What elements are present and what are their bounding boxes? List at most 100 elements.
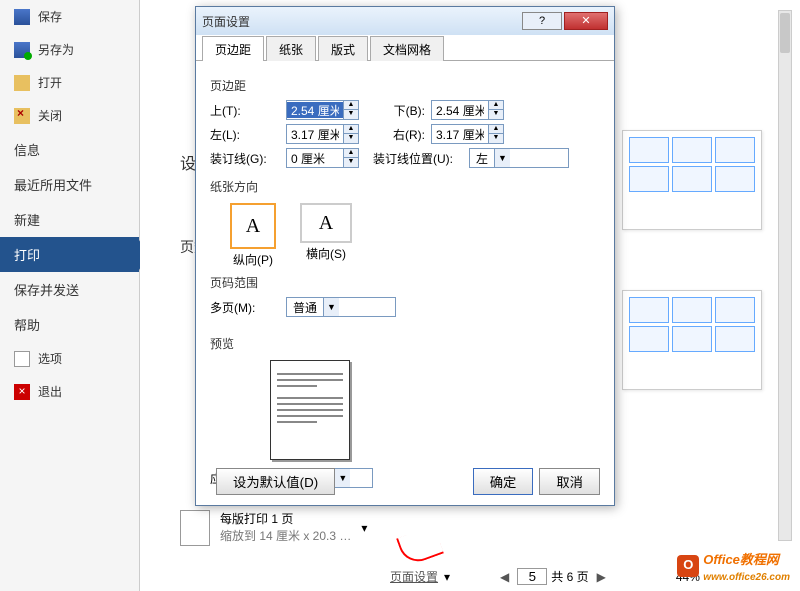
sheet-icon <box>180 510 210 546</box>
dialog-title: 页面设置 <box>202 13 520 30</box>
preview-section-title: 预览 <box>210 335 600 352</box>
sidebar-label: 最近所用文件 <box>14 175 92 194</box>
dialog-body: 页边距 上(T): ▲▼ 下(B): ▲▼ 左(L): ▲▼ 右(R): ▲▼ … <box>196 61 614 498</box>
sidebar-label: 信息 <box>14 140 40 159</box>
sidebar-label: 新建 <box>14 210 40 229</box>
dropdown-arrow-icon[interactable]: ▼ <box>494 149 510 167</box>
page-setup-link[interactable]: 页面设置 <box>390 568 438 585</box>
sidebar-open[interactable]: 打开 <box>0 66 139 99</box>
tab-layout[interactable]: 版式 <box>318 36 368 61</box>
preview-thumbnail <box>270 360 350 460</box>
watermark-url: www.office26.com <box>703 572 790 583</box>
orientation-section-title: 纸张方向 <box>210 178 600 195</box>
spin-down-icon[interactable]: ▼ <box>344 110 358 119</box>
sidebar-label: 保存 <box>38 8 62 25</box>
close-icon <box>14 108 30 124</box>
scroll-thumb[interactable] <box>780 13 790 53</box>
options-icon <box>14 351 30 367</box>
top-margin-label: 上(T): <box>210 102 280 119</box>
sidebar-label: 帮助 <box>14 315 40 334</box>
tab-paper[interactable]: 纸张 <box>266 36 316 61</box>
spin-down-icon[interactable]: ▼ <box>489 110 503 119</box>
sidebar-print[interactable]: 打印 <box>0 237 139 272</box>
sidebar-info[interactable]: 信息 <box>0 132 139 167</box>
sidebar-label: 关闭 <box>38 107 62 124</box>
margins-section-title: 页边距 <box>210 77 600 94</box>
right-margin-label: 右(R): <box>385 126 425 143</box>
watermark-brand: Office教程网 <box>703 552 779 567</box>
sidebar-new[interactable]: 新建 <box>0 202 139 237</box>
prev-page-button[interactable]: ◀ <box>496 570 513 584</box>
total-pages: 共 6 页 <box>551 568 588 585</box>
per-page-title: 每版打印 1 页 <box>220 511 351 528</box>
bottom-margin-input[interactable]: ▲▼ <box>431 100 504 120</box>
preview-page <box>622 290 762 390</box>
sidebar-label: 打印 <box>14 245 40 264</box>
dialog-footer: 设为默认值(D) 确定 取消 <box>210 468 600 495</box>
gutter-pos-label: 装订线位置(U): <box>373 150 463 167</box>
spin-down-icon[interactable]: ▼ <box>344 134 358 143</box>
sidebar-save[interactable]: 保存 <box>0 0 139 33</box>
close-button[interactable]: ✕ <box>564 12 608 30</box>
set-default-button[interactable]: 设为默认值(D) <box>216 468 335 495</box>
sidebar-label: 选项 <box>38 350 62 367</box>
pagerange-section-title: 页码范围 <box>210 274 600 291</box>
watermark: O Office教程网 www.office26.com <box>677 549 790 583</box>
per-page-sub: 缩放到 14 厘米 x 20.3 … <box>220 528 351 545</box>
sidebar-label: 另存为 <box>38 41 74 58</box>
spin-up-icon[interactable]: ▲ <box>344 125 358 134</box>
dropdown-arrow-icon[interactable]: ▼ <box>323 298 339 316</box>
right-margin-input[interactable]: ▲▼ <box>431 124 504 144</box>
page-number-input[interactable] <box>517 568 547 585</box>
spin-down-icon[interactable]: ▼ <box>344 158 358 167</box>
orientation-portrait[interactable]: A 纵向(P) <box>230 203 276 268</box>
landscape-icon: A <box>300 203 352 243</box>
landscape-label: 横向(S) <box>300 245 352 262</box>
ok-button[interactable]: 确定 <box>473 468 534 495</box>
sidebar-label: 保存并发送 <box>14 280 79 299</box>
pages-per-sheet[interactable]: 每版打印 1 页 缩放到 14 厘米 x 20.3 … ▾ <box>180 510 367 546</box>
sidebar-help[interactable]: 帮助 <box>0 307 139 342</box>
portrait-label: 纵向(P) <box>230 251 276 268</box>
status-bar: 页面设置 ▾ ◀ 共 6 页 ▶ 44% <box>390 568 700 585</box>
sidebar-options[interactable]: 选项 <box>0 342 139 375</box>
sidebar-save-as[interactable]: 另存为 <box>0 33 139 66</box>
bottom-margin-label: 下(B): <box>385 102 425 119</box>
help-button[interactable]: ? <box>522 12 562 30</box>
print-preview-pane <box>622 130 772 450</box>
vertical-scrollbar[interactable] <box>778 10 792 541</box>
dialog-tabs: 页边距 纸张 版式 文档网格 <box>196 35 614 61</box>
orientation-landscape[interactable]: A 横向(S) <box>300 203 352 268</box>
sidebar-close[interactable]: 关闭 <box>0 99 139 132</box>
top-margin-input[interactable]: ▲▼ <box>286 100 359 120</box>
spin-down-icon[interactable]: ▼ <box>489 134 503 143</box>
multipage-label: 多页(M): <box>210 299 280 316</box>
save-icon <box>14 9 30 25</box>
exit-icon: × <box>14 384 30 400</box>
tab-grid[interactable]: 文档网格 <box>370 36 444 61</box>
watermark-logo-icon: O <box>677 555 699 577</box>
next-page-button[interactable]: ▶ <box>593 570 610 584</box>
gutter-input[interactable]: ▲▼ <box>286 148 359 168</box>
tab-margins[interactable]: 页边距 <box>202 36 264 61</box>
dropdown-arrow-icon[interactable]: ▾ <box>361 521 367 535</box>
multipage-dropdown[interactable]: 普通▼ <box>286 297 396 317</box>
gutter-pos-dropdown[interactable]: 左▼ <box>469 148 569 168</box>
save-as-icon <box>14 42 30 58</box>
preview-page <box>622 130 762 230</box>
dialog-titlebar[interactable]: 页面设置 ? ✕ <box>196 7 614 35</box>
left-margin-input[interactable]: ▲▼ <box>286 124 359 144</box>
settings-heading: 设 <box>180 150 196 174</box>
spin-up-icon[interactable]: ▲ <box>489 101 503 110</box>
spin-up-icon[interactable]: ▲ <box>344 101 358 110</box>
sidebar-exit[interactable]: ×退出 <box>0 375 139 408</box>
sidebar-save-send[interactable]: 保存并发送 <box>0 272 139 307</box>
portrait-icon: A <box>230 203 276 249</box>
gutter-label: 装订线(G): <box>210 150 280 167</box>
sidebar-recent[interactable]: 最近所用文件 <box>0 167 139 202</box>
cancel-button[interactable]: 取消 <box>539 468 600 495</box>
open-icon <box>14 75 30 91</box>
spin-up-icon[interactable]: ▲ <box>344 149 358 158</box>
spin-up-icon[interactable]: ▲ <box>489 125 503 134</box>
dropdown-arrow-icon[interactable]: ▾ <box>444 570 450 584</box>
